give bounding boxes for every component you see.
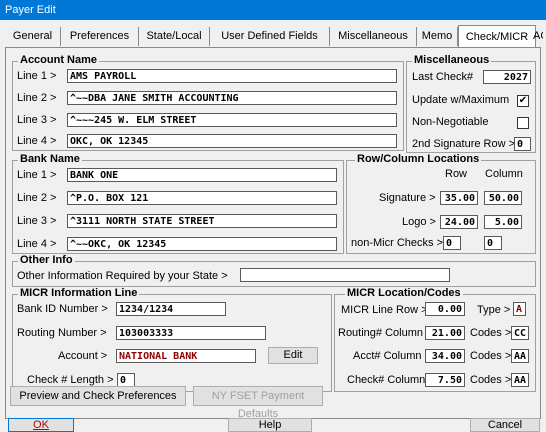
check-length-field[interactable]: 0 [117,373,135,387]
account-name-title: Account Name [18,54,100,66]
tab-check-micr[interactable]: Check/MICR [458,25,536,48]
account-label: Account > [58,350,108,362]
title-bar: Payer Edit [0,0,546,20]
row-column-locations-group: Row/Column Locations Row Column Signatur… [346,153,536,254]
account-line1-label: Line 1 > [17,70,57,82]
tab-memo[interactable]: Memo [417,27,458,46]
micr-information-group: MICR Information Line Bank ID Number > 1… [12,287,332,392]
check-length-label: Check # Length > [27,374,114,386]
micr-line-row-label: MICR Line Row > [341,304,428,316]
signature-label: Signature > [379,192,436,204]
second-signature-row-field[interactable]: 0 [514,137,531,151]
micr-line-row-field[interactable]: 0.00 [425,302,465,316]
other-info-field[interactable] [240,268,450,282]
bank-line3-label: Line 3 > [17,215,57,227]
column-header: Column [485,168,523,180]
bank-line1-field[interactable]: BANK ONE [67,168,337,182]
signature-column-field[interactable]: 50.00 [484,191,522,205]
tab-user-defined-fields[interactable]: User Defined Fields [210,27,330,46]
non-negotiable-label: Non-Negotiable [412,116,489,128]
row-column-locations-title: Row/Column Locations [355,153,482,165]
routing-column-field[interactable]: 21.00 [425,326,465,340]
non-micr-row-field[interactable]: 0 [443,236,461,250]
bank-line2-label: Line 2 > [17,192,57,204]
account-line4-label: Line 4 > [17,135,57,147]
routing-number-field[interactable]: 103003333 [116,326,266,340]
account-line3-label: Line 3 > [17,114,57,126]
tab-miscellaneous[interactable]: Miscellaneous [330,27,417,46]
bank-line1-label: Line 1 > [17,169,57,181]
signature-row-field[interactable]: 35.00 [440,191,478,205]
check-codes-label: Codes > [470,374,512,386]
type-field[interactable]: A [513,302,526,316]
tab-aca[interactable]: ACA [533,27,543,46]
bank-id-label: Bank ID Number > [17,303,108,315]
bank-name-title: Bank Name [18,153,82,165]
acct-column-field[interactable]: 34.00 [425,349,465,363]
second-signature-row-label: 2nd Signature Row > [412,138,516,150]
tab-aca-label: ACA [533,30,543,42]
type-label: Type > [477,304,511,316]
account-line3-field[interactable]: ^~~~245 W. ELM STREET [67,113,397,127]
account-line4-field[interactable]: OKC, OK 12345 [67,134,397,148]
check-column-field[interactable]: 7.50 [425,373,465,387]
account-line2-label: Line 2 > [17,92,57,104]
window-title: Payer Edit [5,4,56,16]
acct-column-label: Acct# Column > [353,350,431,362]
micr-location-codes-title: MICR Location/Codes [345,287,463,299]
bank-line4-label: Line 4 > [17,238,57,250]
bank-line3-field[interactable]: ^3111 NORTH STATE STREET [67,214,337,228]
bank-line4-field[interactable]: ^~~OKC, OK 12345 [67,237,337,251]
check-codes-field[interactable]: AA [511,373,529,387]
tab-general[interactable]: General [5,27,61,46]
micr-location-codes-group: MICR Location/Codes MICR Line Row > 0.00… [334,287,536,392]
other-info-title: Other Info [18,254,75,266]
micr-information-title: MICR Information Line [18,287,140,299]
last-check-label: Last Check# [412,71,474,83]
routing-codes-label: Codes > [470,327,512,339]
tab-strip: General Preferences State/Local User Def… [5,25,541,48]
account-line2-field[interactable]: ^~~DBA JANE SMITH ACCOUNTING [67,91,397,105]
non-micr-checks-label: non-Micr Checks > [351,237,444,249]
row-header: Row [445,168,468,180]
miscellaneous-title: Miscellaneous [412,54,492,66]
routing-codes-field[interactable]: CC [511,326,529,340]
logo-label: Logo > [402,216,436,228]
bank-id-field[interactable]: 1234/1234 [116,302,226,316]
tab-state-local[interactable]: State/Local [139,27,210,46]
account-line1-field[interactable]: AMS PAYROLL [67,69,397,83]
non-negotiable-checkbox[interactable] [517,117,529,129]
acct-codes-label: Codes > [470,350,512,362]
check-column-label: Check# Column > [347,374,435,386]
ny-fset-payment-defaults-button: NY FSET Payment Defaults [193,386,323,420]
routing-number-label: Routing Number > [17,327,107,339]
tab-preferences[interactable]: Preferences [61,27,139,46]
other-info-group: Other Info Other Information Required by… [12,254,536,287]
miscellaneous-group: Miscellaneous Last Check# 2027 Update w/… [406,54,536,153]
edit-account-button[interactable]: Edit [268,347,318,364]
account-name-group: Account Name Line 1 > AMS PAYROLL Line 2… [12,54,404,151]
bank-name-group: Bank Name Line 1 > BANK ONE Line 2 > ^P.… [12,153,344,254]
other-info-label: Other Information Required by your State… [17,270,228,282]
logo-row-field[interactable]: 24.00 [440,215,478,229]
last-check-field[interactable]: 2027 [483,70,531,84]
account-field: NATIONAL BANK [116,349,256,363]
update-max-label: Update w/Maximum [412,94,510,106]
preview-check-preferences-button[interactable]: Preview and Check Preferences [10,386,186,406]
check-micr-panel: Account Name Line 1 > AMS PAYROLL Line 2… [5,47,541,420]
update-max-checkbox[interactable]: ✔ [517,95,529,107]
bank-line2-field[interactable]: ^P.O. BOX 121 [67,191,337,205]
logo-column-field[interactable]: 5.00 [484,215,522,229]
acct-codes-field[interactable]: AA [511,349,529,363]
routing-column-label: Routing# Column > [338,327,433,339]
non-micr-column-field[interactable]: 0 [484,236,502,250]
